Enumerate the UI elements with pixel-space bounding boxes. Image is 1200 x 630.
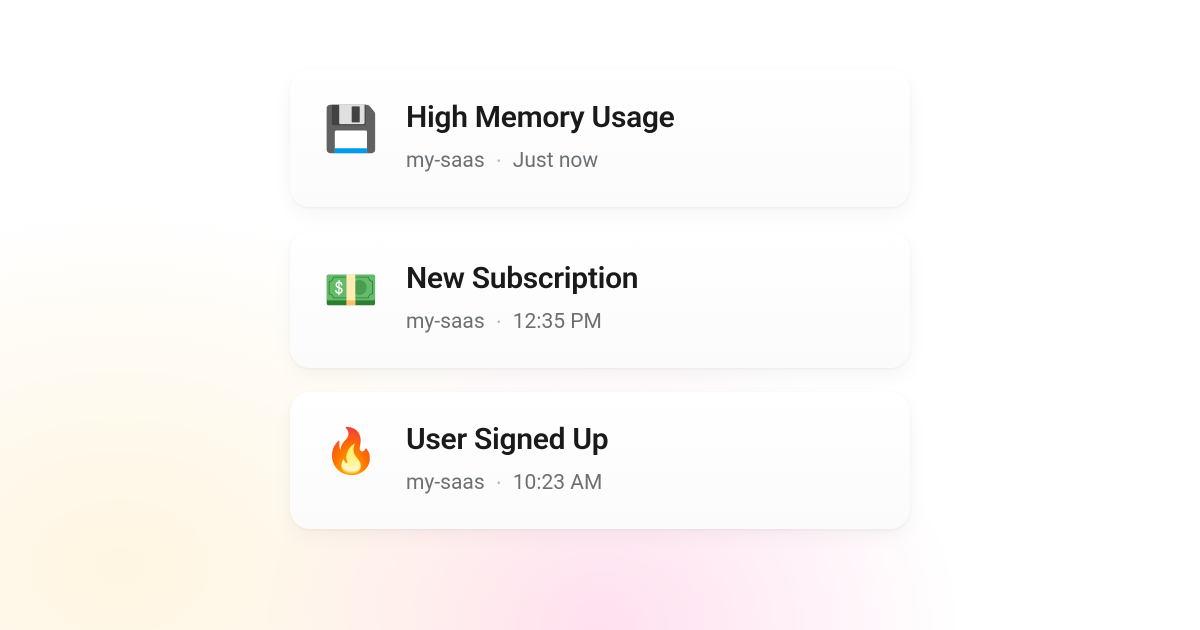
notification-time: 12:35 PM xyxy=(513,310,602,334)
meta-separator: • xyxy=(497,154,501,168)
notification-title: New Subscription xyxy=(406,261,874,296)
notification-time: 10:23 AM xyxy=(513,471,603,495)
notification-meta: my-saas • 10:23 AM xyxy=(406,471,874,495)
notification-meta: my-saas • 12:35 PM xyxy=(406,310,874,334)
meta-separator: • xyxy=(497,476,501,490)
notification-card[interactable]: 💵 New Subscription my-saas • 12:35 PM xyxy=(290,231,910,368)
notification-card[interactable]: 💾 High Memory Usage my-saas • Just now xyxy=(290,70,910,207)
notification-project: my-saas xyxy=(406,149,485,173)
notification-content: High Memory Usage my-saas • Just now xyxy=(406,100,874,173)
notification-time: Just now xyxy=(513,149,598,173)
dollar-banknote-icon: 💵 xyxy=(326,265,376,315)
notification-content: New Subscription my-saas • 12:35 PM xyxy=(406,261,874,334)
notification-project: my-saas xyxy=(406,310,485,334)
notification-project: my-saas xyxy=(406,471,485,495)
notifications-list: 💾 High Memory Usage my-saas • Just now 💵… xyxy=(290,70,910,529)
notification-content: User Signed Up my-saas • 10:23 AM xyxy=(406,422,874,495)
meta-separator: • xyxy=(497,315,501,329)
notification-card[interactable]: 🔥 User Signed Up my-saas • 10:23 AM xyxy=(290,392,910,529)
notification-title: High Memory Usage xyxy=(406,100,874,135)
fire-icon: 🔥 xyxy=(326,426,376,476)
notification-meta: my-saas • Just now xyxy=(406,149,874,173)
notification-title: User Signed Up xyxy=(406,422,874,457)
floppy-disk-icon: 💾 xyxy=(326,104,376,154)
